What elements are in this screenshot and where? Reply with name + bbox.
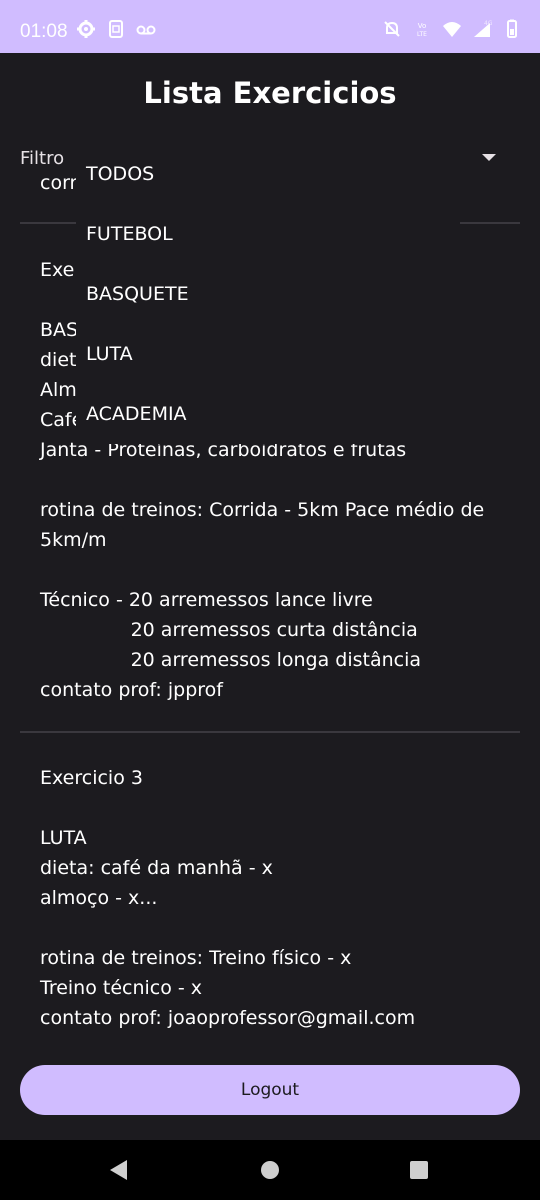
divider (20, 731, 520, 733)
exercise-technical: Treino técnico - x (40, 977, 203, 999)
home-icon[interactable] (261, 1161, 279, 1179)
list-peek-text: corr (40, 172, 78, 190)
exercise-title: Exercicio 3 (40, 767, 143, 789)
list-item-exercise-3: Exercicio 3 LUTA dieta: café da manhã - … (40, 763, 510, 1033)
back-icon[interactable] (110, 1160, 127, 1180)
dropdown-item-basquete[interactable]: BASQUETE (76, 264, 460, 324)
svg-text:Vo: Vo (418, 22, 427, 30)
signal-icon: 4G (472, 19, 492, 39)
dropdown-item-academia[interactable]: ACADEMIA (76, 384, 460, 444)
exercise-contact: contato prof: joaoprofessor@gmail.com (40, 1007, 416, 1029)
exercise-technical-3: 20 arremessos longa distância (40, 649, 422, 671)
dropdown-arrow-icon[interactable] (482, 154, 496, 161)
logout-button[interactable]: Logout (20, 1065, 520, 1115)
wifi-icon (442, 19, 462, 39)
exercise-technical-1: Técnico - 20 arremessos lance livre (40, 589, 373, 611)
exercise-lunch: almoço - x... (40, 887, 158, 909)
svg-text:LTE: LTE (417, 31, 427, 38)
exercise-contact: contato prof: jpprof (40, 679, 223, 701)
status-left-icons (76, 19, 156, 39)
notifications-off-icon (382, 19, 402, 39)
filter-dropdown-menu: TODOS FUTEBOL BASQUETE LUTA ACADEMIA (76, 144, 460, 444)
screenshot-icon (106, 19, 126, 39)
recents-icon[interactable] (410, 1161, 428, 1179)
dropdown-item-futebol[interactable]: FUTEBOL (76, 204, 460, 264)
exercise-routine: rotina de treinos: Treino físico - x (40, 947, 352, 969)
exercise-routine: rotina de treinos: Corrida - 5km Pace mé… (40, 499, 491, 551)
exercise-sport: LUTA (40, 827, 87, 849)
dropdown-item-todos[interactable]: TODOS (76, 144, 460, 204)
dropdown-item-luta[interactable]: LUTA (76, 324, 460, 384)
exercise-technical-2: 20 arremessos curta distância (40, 619, 418, 641)
voicemail-icon (136, 19, 156, 39)
navigation-bar (0, 1140, 540, 1200)
volte-icon: Vo LTE (412, 19, 432, 39)
filter-label: Filtro (20, 148, 65, 169)
exercise-diet: dieta: café da manhã - x (40, 857, 273, 879)
status-bar: 01:08 Vo LTE 4G (0, 0, 540, 53)
page-title: Lista Exercicios (143, 76, 397, 110)
status-time: 01:08 (20, 21, 68, 42)
status-right-icons: Vo LTE 4G (382, 19, 522, 39)
settings-icon (76, 19, 96, 39)
battery-icon (502, 19, 522, 39)
